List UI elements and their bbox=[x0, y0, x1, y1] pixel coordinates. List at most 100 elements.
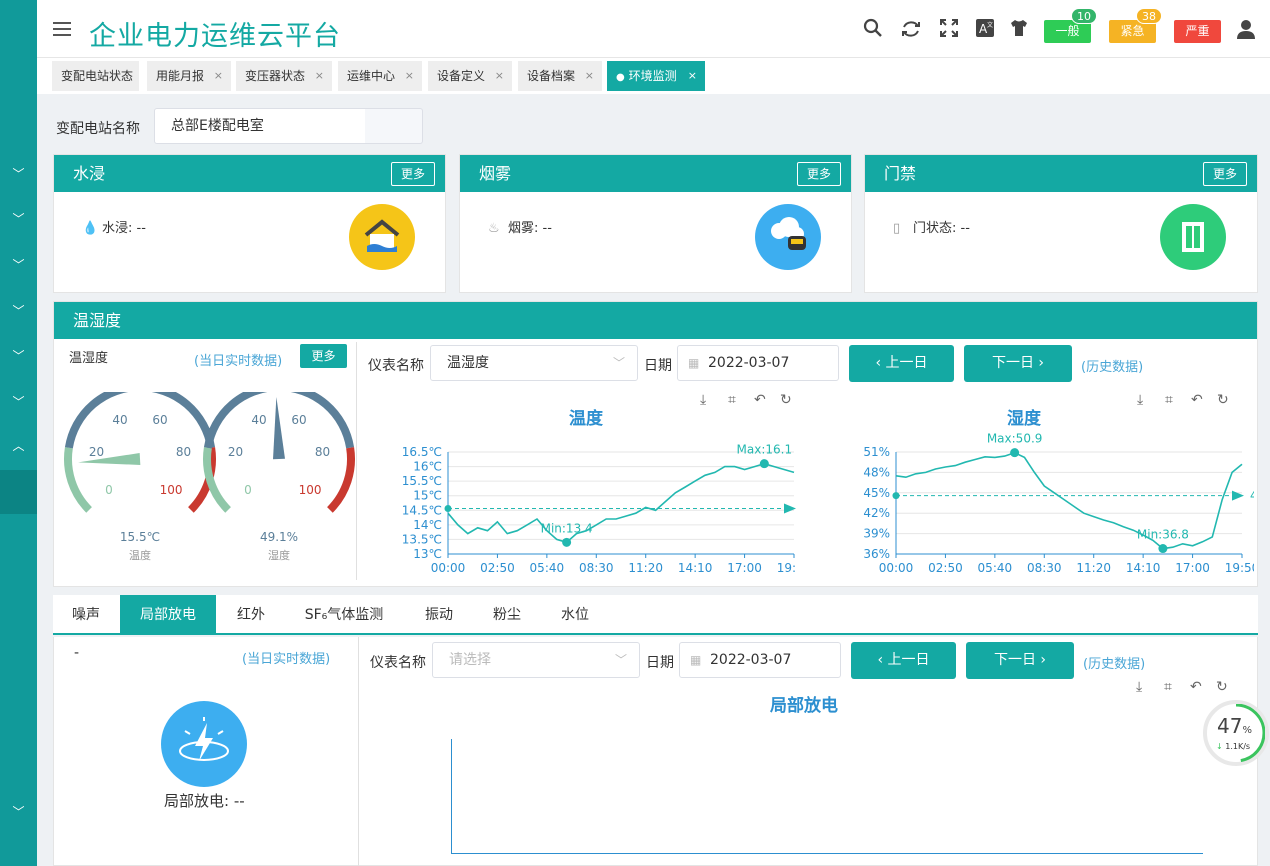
gauge-tick-label: 60 bbox=[291, 413, 306, 427]
station-select[interactable]: 总部E楼配电室 bbox=[154, 108, 366, 144]
chevron-down-icon[interactable]: ﹀ bbox=[0, 256, 37, 273]
meter-select[interactable]: 温湿度 ﹀ bbox=[430, 345, 638, 381]
crop-icon[interactable]: ⌗ bbox=[728, 392, 736, 408]
more-button[interactable]: 更多 bbox=[390, 162, 435, 186]
theme-shirt-icon[interactable] bbox=[1007, 18, 1031, 42]
sidebar: ﹀ ﹀ ﹀ ﹀ ﹀ ﹀ ︿ ﹀ bbox=[0, 0, 37, 866]
x-tick-label: 00:00 bbox=[431, 561, 466, 575]
flame-icon: ♨ bbox=[488, 221, 500, 236]
prev-day-button[interactable]: ‹ 上一日 bbox=[851, 642, 956, 679]
tab-env-monitor[interactable]: ● 环境监测 × bbox=[607, 61, 705, 91]
y-tick-label: 16℃ bbox=[413, 460, 442, 474]
fullscreen-icon[interactable] bbox=[937, 18, 961, 42]
tab-monthly-report[interactable]: 用能月报 × bbox=[147, 61, 231, 91]
next-day-button[interactable]: 下一日 › bbox=[966, 642, 1074, 679]
smoke-icon bbox=[755, 204, 821, 270]
download-icon[interactable]: ⤓ bbox=[700, 392, 706, 408]
gauge-section-title: 温湿度 bbox=[69, 351, 109, 366]
pd-status: 局部放电: -- bbox=[164, 792, 245, 810]
crop-icon[interactable]: ⌗ bbox=[1165, 392, 1173, 408]
user-avatar-icon[interactable] bbox=[1234, 18, 1258, 42]
average-arrow bbox=[784, 503, 796, 514]
y-tick-label: 14℃ bbox=[413, 518, 442, 532]
tab-transformer-status[interactable]: 变压器状态 × bbox=[236, 61, 332, 91]
restore-icon[interactable]: ↻ bbox=[1216, 679, 1228, 695]
alarm-general-button[interactable]: 一般 10 bbox=[1044, 8, 1097, 43]
y-tick-label: 39% bbox=[863, 527, 890, 541]
gauge-tick-label: 0 bbox=[244, 483, 252, 497]
chevron-down-icon[interactable]: ﹀ bbox=[0, 165, 37, 182]
tab-water-level[interactable]: 水位 bbox=[539, 595, 611, 635]
sidebar-item-active[interactable] bbox=[0, 470, 37, 514]
gauge-needle bbox=[78, 453, 141, 465]
undo-icon[interactable]: ↶ bbox=[1190, 679, 1202, 695]
meter-select[interactable]: 请选择 ﹀ bbox=[432, 642, 640, 678]
more-button[interactable]: 更多 bbox=[796, 162, 841, 186]
tab-partial-discharge[interactable]: 局部放电 bbox=[120, 595, 216, 635]
tab-device-definition[interactable]: 设备定义 × bbox=[428, 61, 512, 91]
chevron-left-icon: ‹ bbox=[877, 652, 888, 668]
prev-day-button[interactable]: ‹ 上一日 bbox=[849, 345, 954, 382]
network-speed-widget[interactable]: 47% ↓ 1.1K/s bbox=[1203, 700, 1269, 766]
history-link[interactable]: (历史数据) bbox=[1081, 356, 1143, 375]
refresh-icon[interactable] bbox=[899, 18, 923, 42]
chevron-up-icon[interactable]: ︿ bbox=[0, 437, 37, 454]
chevron-down-icon[interactable]: ﹀ bbox=[0, 347, 37, 364]
realtime-link[interactable]: (当日实时数据) bbox=[242, 648, 330, 667]
next-day-button[interactable]: 下一日 › bbox=[964, 345, 1072, 382]
tab-noise[interactable]: 噪声 bbox=[53, 595, 119, 635]
chevron-right-icon: › bbox=[1033, 355, 1045, 371]
close-icon[interactable]: × bbox=[688, 61, 697, 91]
chevron-down-icon[interactable]: ﹀ bbox=[0, 803, 37, 820]
panel-title: 门禁 bbox=[884, 164, 917, 183]
close-icon[interactable]: × bbox=[214, 61, 223, 91]
speed-percent: 47 bbox=[1217, 714, 1243, 738]
temperature-chart-title: 温度 bbox=[569, 409, 603, 429]
alarm-severe-button[interactable]: 严重 bbox=[1174, 20, 1221, 43]
flood-status: 💧 水浸: -- bbox=[82, 221, 146, 236]
x-tick-label: 05:40 bbox=[978, 561, 1013, 575]
average-arrow bbox=[1232, 490, 1244, 501]
pd-chart-axis bbox=[451, 853, 1203, 854]
download-icon[interactable]: ⤓ bbox=[1136, 679, 1142, 695]
min-point bbox=[562, 537, 572, 547]
tab-device-archive[interactable]: 设备档案 × bbox=[518, 61, 602, 91]
sensor-tabs: 噪声 局部放电 红外 SF₆气体监测 振动 粉尘 水位 bbox=[53, 595, 1258, 635]
y-tick-label: 51% bbox=[863, 445, 890, 459]
undo-icon[interactable]: ↶ bbox=[1191, 392, 1203, 408]
date-label: 日期 bbox=[644, 358, 672, 374]
chevron-down-icon[interactable]: ﹀ bbox=[0, 210, 37, 227]
close-icon[interactable]: × bbox=[495, 61, 504, 91]
tab-station-status[interactable]: 变配电站状态 bbox=[52, 61, 139, 91]
station-search-button[interactable] bbox=[365, 108, 423, 144]
download-icon[interactable]: ⤓ bbox=[1137, 392, 1143, 408]
date-input[interactable]: ▦ 2022-03-07 bbox=[677, 345, 839, 381]
restore-icon[interactable]: ↻ bbox=[1217, 392, 1229, 408]
translate-icon[interactable]: A文 bbox=[973, 18, 997, 42]
crop-icon[interactable]: ⌗ bbox=[1164, 679, 1172, 695]
more-button[interactable]: 更多 bbox=[1202, 162, 1247, 186]
date-input[interactable]: ▦ 2022-03-07 bbox=[679, 642, 841, 678]
tab-infrared[interactable]: 红外 bbox=[217, 595, 285, 635]
chevron-down-icon[interactable]: ﹀ bbox=[0, 393, 37, 410]
menu-icon[interactable] bbox=[53, 22, 71, 36]
x-tick-label: 08:30 bbox=[1027, 561, 1062, 575]
search-icon[interactable] bbox=[861, 18, 885, 42]
close-icon[interactable]: × bbox=[405, 61, 414, 91]
more-button[interactable]: 更多 bbox=[300, 344, 347, 368]
gauge-tick-label: 80 bbox=[315, 445, 330, 459]
restore-icon[interactable]: ↻ bbox=[780, 392, 792, 408]
door-status: ▯ 门状态: -- bbox=[893, 221, 970, 236]
tab-vibration[interactable]: 振动 bbox=[403, 595, 475, 635]
close-icon[interactable]: × bbox=[585, 61, 594, 91]
alarm-urgent-button[interactable]: 紧急 38 bbox=[1109, 8, 1162, 43]
chevron-down-icon[interactable]: ﹀ bbox=[0, 302, 37, 319]
header: 企业电力运维云平台 A文 一般 10 紧急 38 严重 bbox=[37, 0, 1270, 58]
realtime-link[interactable]: (当日实时数据) bbox=[194, 350, 282, 369]
undo-icon[interactable]: ↶ bbox=[754, 392, 766, 408]
tab-ops-center[interactable]: 运维中心 × bbox=[338, 61, 422, 91]
close-icon[interactable]: × bbox=[315, 61, 324, 91]
history-link[interactable]: (历史数据) bbox=[1083, 653, 1145, 672]
tab-dust[interactable]: 粉尘 bbox=[476, 595, 538, 635]
tab-sf6[interactable]: SF₆气体监测 bbox=[286, 595, 402, 635]
